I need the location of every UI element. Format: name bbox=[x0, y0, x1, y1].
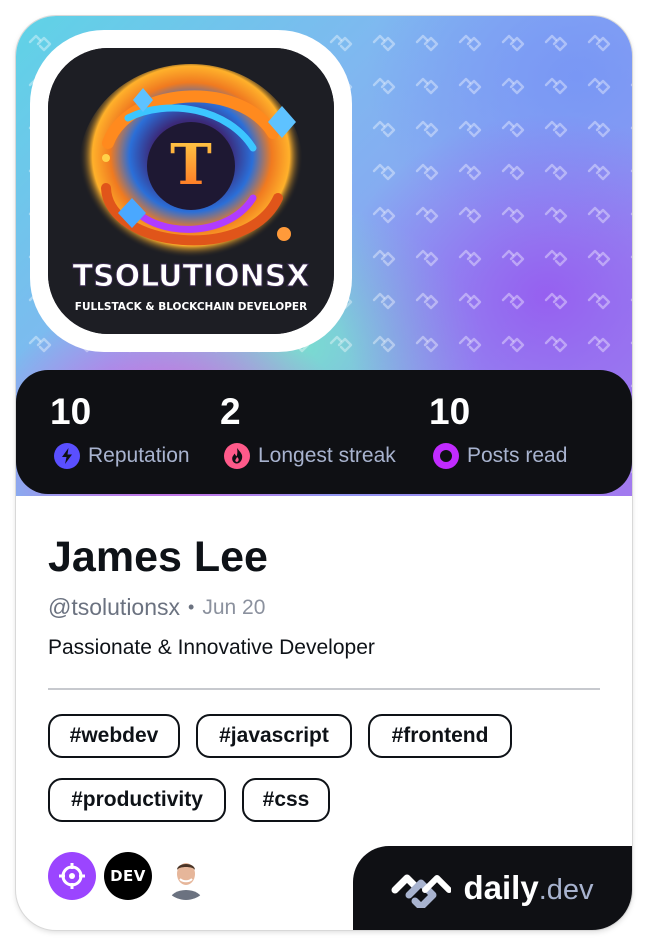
stat-label: Longest streak bbox=[258, 444, 396, 467]
tsolutionsx-logo: T TSOLUTIONSX FULLSTACK & BLOCKCHAIN DEV… bbox=[48, 48, 334, 334]
join-date: Jun 20 bbox=[202, 595, 266, 619]
daily-dev-branding[interactable]: daily.dev bbox=[353, 846, 632, 930]
devcard: T TSOLUTIONSX FULLSTACK & BLOCKCHAIN DEV… bbox=[16, 16, 632, 930]
stats-bar: 10 Reputation 2 Longest streak 10 Posts … bbox=[16, 370, 632, 494]
svg-text:T: T bbox=[170, 132, 212, 198]
tag-chip[interactable]: #productivity bbox=[48, 778, 226, 822]
user-photo-badge[interactable] bbox=[162, 852, 210, 900]
stat-label: Reputation bbox=[88, 444, 190, 467]
profile-bio: Passionate & Innovative Developer bbox=[48, 636, 375, 659]
svg-text:TSOLUTIONSX: TSOLUTIONSX bbox=[73, 259, 310, 294]
profile-name: James Lee bbox=[48, 533, 268, 581]
daily-dev-logo-icon bbox=[391, 874, 452, 908]
brand-tld: .dev bbox=[538, 874, 594, 906]
stat-value: 10 bbox=[429, 391, 471, 432]
handle-row: @tsolutionsx • Jun 20 bbox=[48, 594, 265, 621]
avatar-frame: T TSOLUTIONSX FULLSTACK & BLOCKCHAIN DEV… bbox=[30, 30, 352, 352]
profile-handle[interactable]: @tsolutionsx bbox=[48, 594, 180, 621]
lightning-icon bbox=[54, 443, 80, 469]
stat-value: 10 bbox=[50, 391, 92, 432]
tag-chip[interactable]: #css bbox=[242, 778, 330, 822]
tag-chip[interactable]: #frontend bbox=[368, 714, 512, 758]
flame-icon bbox=[224, 443, 250, 469]
brand-name: daily bbox=[463, 869, 539, 906]
stat-value: 2 bbox=[220, 391, 241, 432]
user-photo-icon bbox=[162, 852, 210, 900]
dev-logo-icon: DEV bbox=[110, 867, 146, 885]
tag-chip[interactable]: #webdev bbox=[48, 714, 180, 758]
crosshair-icon bbox=[59, 863, 85, 889]
crosshair-badge[interactable] bbox=[48, 852, 96, 900]
dev-badge[interactable]: DEV bbox=[104, 852, 152, 900]
ring-icon bbox=[433, 443, 459, 469]
tag-chip[interactable]: #javascript bbox=[196, 714, 352, 758]
svg-text:FULLSTACK & BLOCKCHAIN DEVELOP: FULLSTACK & BLOCKCHAIN DEVELOPER bbox=[75, 301, 307, 313]
avatar-image[interactable]: T TSOLUTIONSX FULLSTACK & BLOCKCHAIN DEV… bbox=[48, 48, 334, 334]
stat-label: Posts read bbox=[467, 444, 568, 467]
divider bbox=[48, 688, 600, 690]
separator-dot: • bbox=[188, 597, 195, 617]
